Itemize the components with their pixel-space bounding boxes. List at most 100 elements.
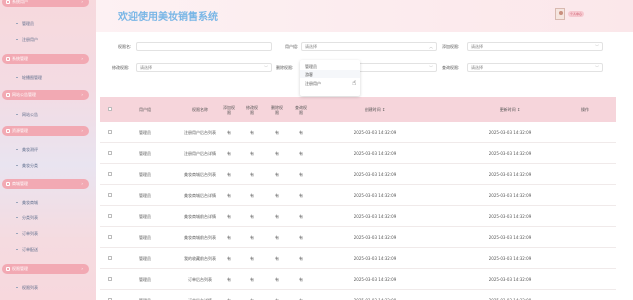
- table-cell: 有: [250, 297, 254, 300]
- table-row: 管理员 美妆商城前台列表 有 有 有 有 2025-03-03 14:32:09 2025-0…: [100, 227, 616, 248]
- row-checkbox[interactable]: [108, 130, 112, 134]
- page-title: 欢迎使用美妆销售系统: [118, 12, 218, 23]
- chevron-down-icon: ﹀: [429, 65, 433, 70]
- chevron-right-icon: ›: [81, 56, 83, 61]
- menu-icon: [6, 93, 10, 97]
- chevron-right-icon: ›: [81, 128, 83, 133]
- col-add-permission: 添加权限: [223, 104, 235, 115]
- table-cell: 有: [227, 276, 231, 282]
- table-cell: 美妆商城前台列表: [184, 234, 216, 240]
- query-permission-select[interactable]: 请选择 ﹀: [467, 63, 603, 72]
- table-cell: 有: [275, 276, 279, 282]
- sidebar-item[interactable]: 订单列表: [16, 231, 38, 237]
- table-row: 管理员 订单后台列表 有 有 有 有 2025-03-03 14:32:09 2025-03-…: [100, 269, 616, 290]
- permission-table: 用户组 权限名称 添加权限 修改权限 删除权限 查询权限 创建时间 ↕ 更新时间…: [100, 97, 616, 300]
- col-edit-permission: 修改权限: [246, 104, 258, 115]
- table-cell: 有: [250, 150, 254, 156]
- table-cell: 2025-03-03 14:32:09: [353, 277, 397, 282]
- sidebar-item[interactable]: 权限列表: [16, 285, 38, 291]
- table-cell: 有: [227, 150, 231, 156]
- table-cell: 有: [275, 150, 279, 156]
- menu-icon: [6, 0, 10, 4]
- menu-icon: [6, 129, 10, 133]
- sidebar-item[interactable]: 网站公告: [16, 112, 38, 118]
- table-cell: 有: [227, 192, 231, 198]
- row-checkbox[interactable]: [108, 172, 112, 176]
- dropdown-option-registered-user[interactable]: 注册用户: [305, 81, 321, 87]
- user-center-button[interactable]: 个人中心: [568, 11, 584, 17]
- chevron-down-icon: ﹀: [595, 44, 599, 49]
- sidebar-group[interactable]: 资源管理 ›: [2, 126, 89, 136]
- table-cell: 有: [250, 213, 254, 219]
- table-row: 管理员 我的收藏前台列表 有 有 有 有 2025-03-03 14:32:09 2025-0…: [100, 248, 616, 269]
- table-cell: 有: [299, 171, 303, 177]
- menu-icon: [6, 267, 10, 271]
- dropdown-option-guest[interactable]: 游客: [305, 72, 313, 78]
- row-checkbox[interactable]: [108, 151, 112, 155]
- query-permission-select-value: 请选择: [471, 65, 483, 70]
- table-cell: 有: [299, 276, 303, 282]
- table-cell: 2025-03-03 14:32:09: [353, 256, 397, 261]
- sidebar-group[interactable]: 网站公告管理 ›: [2, 90, 89, 100]
- table-cell: 有: [250, 192, 254, 198]
- filter-label-delete-permission: 删除权限:: [276, 65, 294, 70]
- table-cell: 订单后台详情: [188, 297, 212, 300]
- table-cell: 2025-03-03 14:32:09: [488, 256, 532, 261]
- menu-icon: [6, 57, 10, 61]
- table-cell: 有: [275, 213, 279, 219]
- sidebar-group[interactable]: 权限管理 ›: [2, 264, 89, 274]
- row-checkbox[interactable]: [108, 277, 112, 281]
- sidebar-group[interactable]: 系统用户 ›: [2, 0, 89, 7]
- table-cell: 有: [227, 297, 231, 300]
- row-checkbox[interactable]: [108, 235, 112, 239]
- main-content: 权限名: 用户组: 请选择 ︿ 添加权限: 请选择 ﹀ 修改权限: 请选择 ﹀ …: [96, 32, 633, 300]
- sidebar-item[interactable]: 分类列表: [16, 215, 38, 221]
- table-cell: 有: [299, 297, 303, 300]
- table-cell: 管理员: [139, 255, 151, 261]
- chevron-right-icon: ›: [81, 266, 83, 271]
- sidebar-group-label: 权限管理: [12, 266, 28, 271]
- sidebar-item[interactable]: 订单配送: [16, 247, 38, 253]
- table-cell: 美妆商城前台详情: [184, 213, 216, 219]
- sidebar-item[interactable]: 轮播图管理: [16, 75, 42, 81]
- user-group-select[interactable]: 请选择 ︿: [301, 42, 437, 51]
- table-cell: 管理员: [139, 171, 151, 177]
- add-permission-select[interactable]: 请选择 ﹀: [467, 42, 603, 51]
- table-cell: 管理员: [139, 150, 151, 156]
- chevron-right-icon: ›: [81, 0, 83, 4]
- sidebar-item[interactable]: 美妆测评: [16, 147, 38, 153]
- col-delete-permission: 删除权限: [271, 104, 283, 115]
- col-updated-at[interactable]: 更新时间 ↕: [470, 97, 550, 122]
- sidebar-item[interactable]: 管理员: [16, 21, 34, 27]
- table-cell: 注册用户后台列表: [184, 129, 216, 135]
- table-cell: 2025-03-03 14:32:09: [488, 277, 532, 282]
- table-cell: 2025-03-03 14:32:09: [353, 193, 397, 198]
- sidebar-group[interactable]: 商城管理 ›: [2, 179, 89, 189]
- table-cell: 有: [275, 234, 279, 240]
- table-cell: 有: [299, 255, 303, 261]
- table-cell: 注册用户后台详情: [184, 150, 216, 156]
- col-created-at[interactable]: 创建时间 ↕: [335, 97, 415, 122]
- table-cell: 我的收藏前台列表: [184, 255, 216, 261]
- sidebar-item[interactable]: 注册用户: [16, 37, 38, 43]
- avatar[interactable]: [555, 8, 565, 20]
- sidebar-item[interactable]: 美妆商城: [16, 200, 38, 206]
- select-all-checkbox[interactable]: [108, 107, 112, 111]
- filter-label-add-permission: 添加权限:: [442, 44, 460, 49]
- row-checkbox[interactable]: [108, 256, 112, 260]
- row-checkbox[interactable]: [108, 214, 112, 218]
- table-cell: 2025-03-03 14:32:09: [335, 290, 415, 300]
- table-cell: 管理员: [139, 297, 151, 300]
- sidebar-group[interactable]: 系统管理 ›: [2, 54, 89, 64]
- table-row: 管理员 美妆商城后台详情 有 有 有 有 2025-03-03 14:32:09 2025-0…: [100, 185, 616, 206]
- table-cell: 有: [227, 171, 231, 177]
- table-cell: 2025-03-03 14:32:09: [353, 130, 397, 135]
- edit-permission-select[interactable]: 请选择 ﹀: [136, 63, 272, 72]
- table-cell: 2025-03-03 14:32:09: [488, 172, 532, 177]
- row-checkbox[interactable]: [108, 193, 112, 197]
- table-cell: 有: [275, 297, 279, 300]
- table-cell: 管理员: [139, 192, 151, 198]
- permission-name-input[interactable]: [136, 42, 272, 51]
- table-cell: 2025-03-03 14:32:09: [488, 193, 532, 198]
- sidebar-item[interactable]: 美妆分类: [16, 163, 38, 169]
